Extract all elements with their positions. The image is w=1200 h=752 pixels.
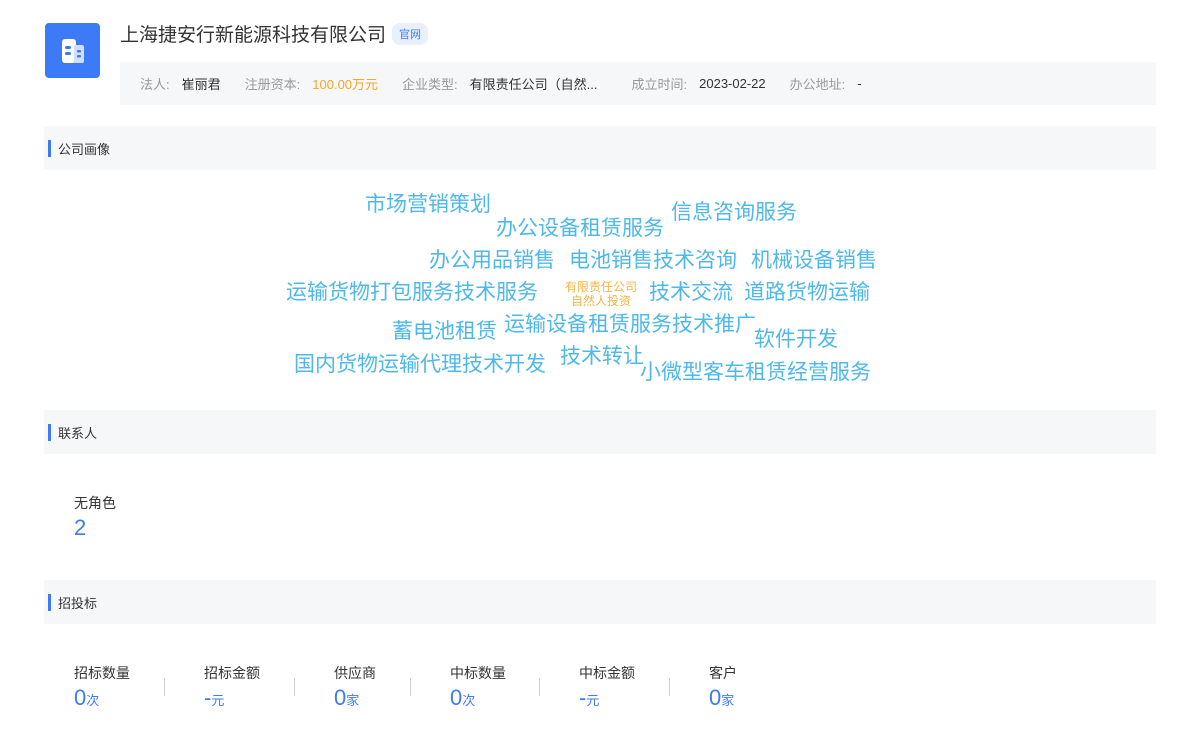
cloud-word: 技术转让: [560, 345, 644, 368]
company-word-cloud: 市场营销策划 办公设备租赁服务 信息咨询服务 办公用品销售 电池销售技术咨询 机…: [0, 170, 1200, 410]
stat-value: -元: [204, 685, 260, 711]
capital-label: 注册资本:: [244, 77, 301, 92]
win-amount-stat[interactable]: 中标金额 -元: [579, 663, 635, 711]
cloud-word: 技术交流: [649, 281, 733, 304]
contact-role-stat[interactable]: 无角色 2: [74, 493, 116, 541]
center-word-line2: 自然人投资: [570, 294, 631, 309]
stat-label: 客户: [709, 665, 737, 681]
contact-role-label: 无角色: [74, 495, 116, 511]
center-word-line1: 有限责任公司: [564, 280, 637, 294]
supplier-stat[interactable]: 供应商 0家: [334, 663, 376, 711]
contacts-title: 联系人: [58, 425, 98, 441]
cloud-center-word: 有限责任公司 自然人投资: [556, 280, 646, 309]
cloud-word: 运输设备租赁服务技术推广: [504, 313, 756, 336]
stat-divider: [539, 678, 540, 696]
cloud-word: 软件开发: [754, 328, 838, 351]
bidding-section-header: 招投标: [44, 580, 1156, 624]
stat-unit: 家: [346, 693, 360, 708]
cloud-word: 电池销售技术咨询: [569, 249, 737, 272]
stat-divider: [164, 678, 165, 696]
stat-unit: 元: [211, 693, 225, 708]
section-accent-bar: [48, 593, 51, 611]
stat-label: 供应商: [334, 665, 376, 681]
cloud-word: 运输货物打包服务技术服务: [286, 281, 538, 304]
customer-stat[interactable]: 客户 0家: [709, 663, 737, 711]
company-type-item: 企业类型: 有限责任公司（自然...: [402, 74, 597, 93]
company-name: 上海捷安行新能源科技有限公司: [120, 25, 387, 46]
legal-rep-item: 法人: 崔丽君: [140, 74, 221, 93]
bidding-title: 招投标: [58, 595, 98, 611]
section-accent-bar: [48, 139, 51, 157]
cloud-word: 国内货物运输代理技术开发: [294, 353, 546, 376]
cloud-word: 信息咨询服务: [671, 201, 797, 224]
company-info-bar: 法人: 崔丽君 注册资本: 100.00万元 企业类型: 有限责任公司（自然..…: [120, 62, 1156, 105]
cloud-word: 办公用品销售: [429, 249, 555, 272]
stat-label: 中标金额: [579, 665, 635, 681]
section-accent-bar: [48, 423, 51, 441]
company-name-row: 上海捷安行新能源科技有限公司 官网: [120, 20, 429, 47]
stat-number: 0: [334, 685, 347, 710]
stat-value: -元: [579, 685, 635, 711]
address-item: 办公地址: -: [790, 74, 862, 93]
stat-divider: [410, 678, 411, 696]
company-type-label: 企业类型:: [402, 77, 458, 92]
stat-number: 0: [709, 685, 722, 710]
legal-rep-value[interactable]: 崔丽君: [182, 74, 221, 93]
legal-rep-label: 法人:: [140, 77, 170, 92]
stat-value: 0家: [334, 685, 376, 711]
stat-unit: 家: [721, 693, 735, 708]
capital-value: 100.00万元: [312, 77, 379, 92]
cloud-word: 道路货物运输: [744, 281, 870, 304]
stat-value: 0次: [450, 685, 506, 711]
cloud-word: 办公设备租赁服务: [496, 217, 664, 240]
stat-unit: 次: [462, 693, 476, 708]
stat-number: 0: [74, 685, 87, 710]
official-site-tag[interactable]: 官网: [392, 22, 429, 45]
cloud-word: 蓄电池租赁: [392, 320, 497, 343]
cloud-word: 小微型客车租赁经营服务: [640, 361, 871, 384]
contacts-section-header: 联系人: [44, 410, 1156, 454]
stat-divider: [294, 678, 295, 696]
stat-unit: 次: [86, 693, 100, 708]
bid-amount-stat[interactable]: 招标金额 -元: [204, 663, 260, 711]
portrait-section-header: 公司画像: [44, 126, 1156, 170]
founded-item: 成立时间: 2023-02-22: [632, 74, 766, 93]
cloud-word: 机械设备销售: [751, 249, 877, 272]
cloud-word: 市场营销策划: [365, 193, 491, 216]
company-type-value: 有限责任公司（自然...: [469, 77, 598, 92]
bid-count-stat[interactable]: 招标数量 0次: [74, 663, 130, 711]
contact-role-count: 2: [74, 515, 87, 540]
win-count-stat[interactable]: 中标数量 0次: [450, 663, 506, 711]
address-label: 办公地址:: [789, 77, 846, 92]
stat-label: 中标数量: [450, 665, 506, 681]
stat-label: 招标金额: [204, 665, 260, 681]
stat-value: 0次: [74, 685, 130, 711]
contact-role-value: 2: [74, 515, 116, 541]
address-value: -: [857, 76, 862, 91]
founded-label: 成立时间:: [631, 77, 688, 92]
stat-unit: 元: [586, 693, 600, 708]
portrait-title: 公司画像: [58, 141, 111, 157]
company-logo: [45, 23, 100, 78]
stat-divider: [669, 678, 670, 696]
founded-value: 2023-02-22: [699, 76, 766, 91]
stat-label: 招标数量: [74, 665, 130, 681]
capital-item: 注册资本: 100.00万元: [245, 74, 378, 93]
building-icon: [61, 38, 84, 63]
stat-number: 0: [450, 685, 463, 710]
stat-value: 0家: [709, 685, 737, 711]
